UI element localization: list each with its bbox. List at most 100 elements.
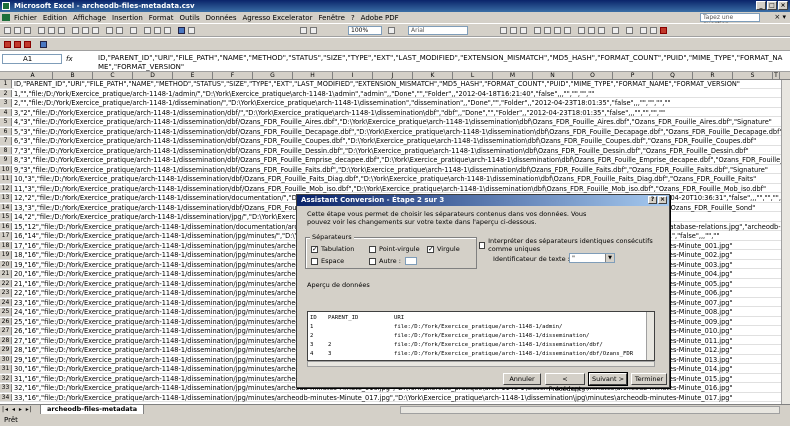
column-header[interactable]: B (53, 72, 93, 80)
row-header[interactable]: 34 (0, 393, 12, 402)
space-checkbox[interactable]: Espace (311, 257, 344, 265)
consecutive-delimiters-checkbox[interactable]: Interpréter des séparateurs identiques c… (479, 237, 669, 253)
sheet-nav-arrows[interactable]: |◂ ◂ ▸ ▸| (2, 406, 33, 413)
menu-agresso[interactable]: Agresso Excelerator (242, 14, 312, 22)
borders-icon[interactable] (310, 27, 317, 34)
fx-icon[interactable]: fx (66, 55, 73, 63)
row-header[interactable]: 33 (0, 384, 12, 392)
column-header[interactable]: O (573, 72, 613, 80)
row-header[interactable]: 2 (0, 89, 12, 98)
column-header[interactable]: J (373, 72, 413, 80)
thousands-icon[interactable] (598, 27, 605, 34)
paste-icon[interactable] (92, 27, 99, 34)
table-row[interactable]: 9 8,"3","file:/D:/York/Exercice_pratique/… (0, 156, 790, 165)
row-header[interactable]: 11 (0, 175, 12, 183)
row-header[interactable]: 28 (0, 336, 12, 345)
name-box[interactable]: A1 (2, 54, 62, 64)
column-header[interactable]: F (213, 72, 253, 80)
table-row[interactable]: 3 2,"","file:/D:/York/Exercice_pratique/a… (0, 99, 790, 108)
row-header[interactable]: 18 (0, 241, 12, 250)
column-header[interactable]: S (733, 72, 773, 80)
maximize-button[interactable]: □ (767, 1, 777, 10)
column-header[interactable]: T (773, 72, 780, 80)
table-row[interactable]: 1 ID,"PARENT_ID","URI","FILE_PATH","NAME"… (0, 80, 790, 89)
underline-icon[interactable] (520, 27, 527, 34)
chart-icon[interactable] (178, 27, 185, 34)
menu-edition[interactable]: Edition (43, 14, 67, 22)
bold-icon[interactable] (500, 27, 507, 34)
row-header[interactable]: 23 (0, 289, 12, 297)
column-header[interactable]: E (173, 72, 213, 80)
currency-icon[interactable] (578, 27, 585, 34)
previous-button[interactable]: < Précédent (545, 373, 585, 393)
row-header[interactable]: 30 (0, 355, 12, 364)
column-header[interactable]: R (693, 72, 733, 80)
row-header[interactable]: 15 (0, 213, 12, 221)
merge-icon[interactable] (564, 27, 571, 34)
preview-horizontal-scrollbar[interactable] (307, 361, 655, 367)
column-header[interactable]: P (613, 72, 653, 80)
row-header[interactable]: 20 (0, 260, 12, 269)
help-icon[interactable] (388, 27, 395, 34)
row-header[interactable]: 25 (0, 308, 12, 316)
dialog-help-button[interactable]: ? (648, 196, 657, 204)
fill-color-icon[interactable] (650, 27, 657, 34)
drawing-icon[interactable] (188, 27, 195, 34)
semicolon-checkbox[interactable]: Point-virgule (369, 245, 420, 253)
other-separator-input[interactable] (405, 257, 417, 265)
column-header[interactable]: I (333, 72, 373, 80)
menu-insertion[interactable]: Insertion (112, 14, 143, 22)
row-header[interactable]: 17 (0, 232, 12, 240)
close-button[interactable]: × (778, 1, 788, 10)
tab-checkbox[interactable]: ✓ Tabulation (311, 245, 354, 253)
other-checkbox[interactable]: Autre : (369, 257, 401, 265)
spell-icon[interactable] (58, 27, 65, 34)
table-row[interactable]: 5 4,"3","file:/D:/York/Exercice_pratique/… (0, 118, 790, 127)
undo-icon[interactable] (106, 27, 113, 34)
pdf-convert-icon[interactable] (4, 41, 11, 48)
cancel-button[interactable]: Annuler (503, 373, 541, 385)
text-qualifier-select[interactable]: " ▼ (569, 253, 615, 263)
preview-vertical-scrollbar[interactable] (646, 312, 654, 360)
align-left-icon[interactable] (534, 27, 541, 34)
horizontal-scrollbar[interactable] (400, 406, 780, 414)
data-preview[interactable]: ID PARENT_ID URI 1 file:/D:/York/Exercice_pr… (307, 311, 655, 361)
next-button[interactable]: Suivant > (588, 372, 628, 386)
row-header[interactable]: 27 (0, 327, 12, 335)
menu-donnees[interactable]: Données (206, 14, 237, 22)
minimize-button[interactable]: _ (756, 1, 766, 10)
formula-input[interactable]: ID,"PARENT_ID","URI","FILE_PATH","NAME",… (98, 54, 788, 72)
preview-icon[interactable] (48, 27, 55, 34)
row-header[interactable]: 8 (0, 146, 12, 155)
table-row[interactable]: 34 33,"16","file:/D:/York/Exercice_pratiq… (0, 393, 790, 403)
copy-icon[interactable] (82, 27, 89, 34)
table-row[interactable]: 8 7,"3","file:/D:/York/Exercice_pratique/… (0, 146, 790, 156)
cut-icon[interactable] (72, 27, 79, 34)
row-header[interactable]: 31 (0, 365, 12, 373)
column-header[interactable]: A (13, 72, 53, 80)
column-header[interactable]: M (493, 72, 533, 80)
menu-adobe-pdf[interactable]: Adobe PDF (361, 14, 399, 22)
column-header[interactable]: N (533, 72, 573, 80)
row-header[interactable]: 10 (0, 165, 12, 174)
column-header[interactable]: L (453, 72, 493, 80)
row-header[interactable]: 12 (0, 184, 12, 193)
font-select[interactable]: Arial (408, 26, 468, 35)
table-row[interactable]: 7 6,"3","file:/D:/York/Exercice_pratique/… (0, 137, 790, 146)
table-row[interactable]: 12 11,"3","file:/D:/York/Exercice_pratiqu… (0, 184, 790, 194)
autosum-icon[interactable] (144, 27, 151, 34)
align-right-icon[interactable] (554, 27, 561, 34)
row-header[interactable]: 3 (0, 99, 12, 107)
row-header[interactable]: 29 (0, 346, 12, 354)
doc-close-icon[interactable]: × ▾ (774, 13, 786, 21)
table-icon[interactable] (300, 27, 307, 34)
indent-icon[interactable] (626, 27, 633, 34)
menu-format[interactable]: Format (149, 14, 174, 22)
row-header[interactable]: 9 (0, 156, 12, 164)
column-header[interactable]: Q (653, 72, 693, 80)
row-header[interactable]: 14 (0, 203, 12, 212)
row-header[interactable]: 22 (0, 279, 12, 288)
column-header[interactable]: G (253, 72, 293, 80)
table-row[interactable]: 11 10,"3","file:/D:/York/Exercice_pratiqu… (0, 175, 790, 184)
column-header[interactable]: D (133, 72, 173, 80)
